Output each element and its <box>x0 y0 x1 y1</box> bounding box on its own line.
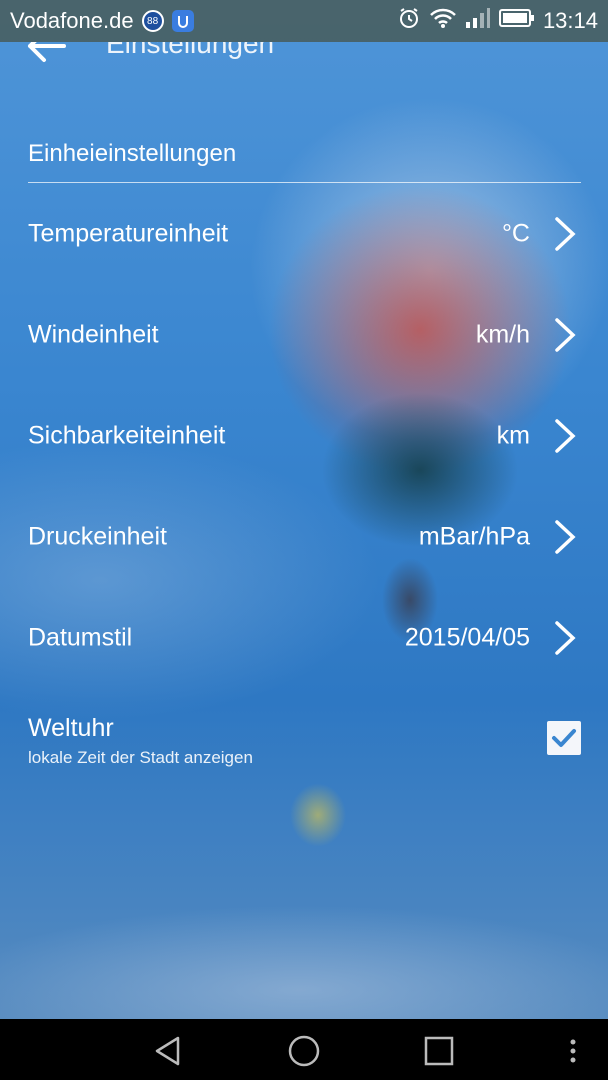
battery-icon <box>498 7 535 35</box>
chevron-right-icon <box>555 419 576 453</box>
chevron-right-icon <box>555 217 576 251</box>
setting-value: 2015/04/05 <box>404 623 530 652</box>
setting-row-date-style[interactable]: Datumstil 2015/04/05 <box>0 588 608 688</box>
arrow-left-icon <box>28 42 66 62</box>
setting-value: km <box>496 421 530 450</box>
setting-label: Windeinheit <box>28 320 159 349</box>
chevron-right-icon <box>555 318 576 352</box>
alarm-icon <box>397 6 421 36</box>
section-divider <box>28 182 581 183</box>
nav-recents-button[interactable] <box>421 1033 457 1069</box>
status-bar: Vodafone.de 88 13:14 <box>0 0 608 42</box>
navigation-bar <box>0 1019 608 1080</box>
nav-more-button[interactable] <box>560 1033 586 1069</box>
setting-label: Druckeinheit <box>28 522 167 551</box>
setting-row-temperature[interactable]: Temperatureinheit °C <box>0 184 608 284</box>
chevron-right-icon <box>555 621 576 655</box>
nav-back-button[interactable] <box>150 1033 186 1069</box>
setting-label: Sichbarkeiteinheit <box>28 421 226 450</box>
more-dots-icon <box>570 1039 576 1063</box>
checkmark-icon <box>552 729 576 747</box>
setting-label: Temperatureinheit <box>28 219 229 248</box>
page-title: Einstellungen <box>106 42 275 59</box>
setting-row-pressure[interactable]: Druckeinheit mBar/hPa <box>0 487 608 587</box>
setting-label: Datumstil <box>28 623 133 652</box>
toolbar: Einstellungen <box>0 42 608 82</box>
nav-home-button[interactable] <box>286 1033 322 1069</box>
chevron-right-icon <box>555 520 576 554</box>
wifi-icon <box>429 7 457 35</box>
setting-label: Weltuhr <box>28 714 114 742</box>
setting-value: km/h <box>475 320 530 349</box>
setting-row-wind[interactable]: Windeinheit km/h <box>0 285 608 385</box>
signal-icon <box>465 7 491 35</box>
clock-time: 13:14 <box>542 8 598 33</box>
setting-sublabel: lokale Zeit der Stadt anzeigen <box>28 748 253 767</box>
setting-row-visibility[interactable]: Sichbarkeiteinheit km <box>0 386 608 486</box>
section-header: Einheieinstellungen <box>28 140 237 167</box>
back-triangle-icon <box>155 1036 180 1066</box>
recents-square-icon <box>424 1036 454 1066</box>
back-button[interactable] <box>24 42 74 68</box>
home-circle-icon <box>288 1035 320 1067</box>
carrier-name: Vodafone.de <box>10 8 134 33</box>
setting-value: mBar/hPa <box>418 522 530 551</box>
app-notification-icon <box>171 10 194 32</box>
world-clock-checkbox[interactable] <box>547 721 581 755</box>
notification-badge-icon: 88 <box>141 10 164 32</box>
setting-value: °C <box>501 219 530 248</box>
